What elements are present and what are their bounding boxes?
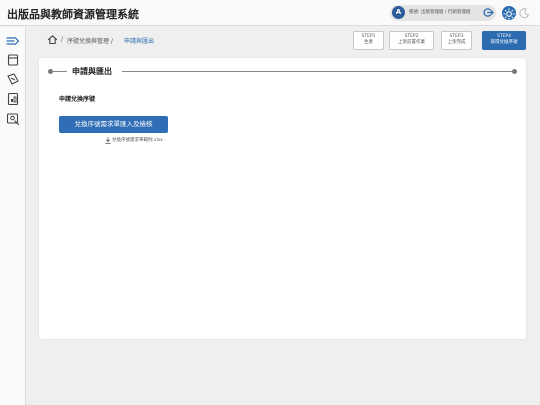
field-label-apply-serial: 申請兌換序號 bbox=[59, 96, 96, 103]
step-4[interactable]: STEP4 取得兌換序號 bbox=[482, 31, 526, 50]
user-search-icon[interactable] bbox=[5, 112, 21, 126]
sidebar bbox=[0, 27, 26, 405]
download-icon[interactable] bbox=[105, 137, 111, 144]
breadcrumb-separator: / bbox=[61, 36, 64, 43]
section-title: 申請與匯出 bbox=[72, 67, 112, 76]
breadcrumb-item-apply-export: 申請與匯出 bbox=[124, 38, 155, 45]
step-label: 生產 bbox=[364, 40, 373, 45]
step-label: 上架前置作業 bbox=[398, 40, 425, 45]
step-3[interactable]: STEP3 上架完成 bbox=[441, 31, 472, 50]
avatar: A bbox=[392, 6, 405, 19]
user-menu[interactable]: A 帳號: 出版管理組 / 行銷管理組 bbox=[390, 5, 496, 21]
user-name: 帳號: 出版管理組 / 行銷管理組 bbox=[409, 10, 471, 15]
main-card: 申請與匯出 申請兌換序號 兌換序號需求單匯入及檢核 兌換序號需求單範例.xlsx bbox=[39, 58, 526, 339]
section-line-left bbox=[51, 71, 67, 72]
breadcrumb-item-serial-management[interactable]: 序號兌換與管理 / bbox=[67, 36, 113, 45]
step-1[interactable]: STEP1 生產 bbox=[353, 31, 384, 50]
archive-icon[interactable] bbox=[5, 53, 21, 67]
app-title: 出版品與教師資源管理系統 bbox=[7, 8, 139, 21]
ticket-icon[interactable] bbox=[5, 72, 21, 86]
sun-icon[interactable] bbox=[502, 6, 516, 20]
step-2[interactable]: STEP2 上架前置作業 bbox=[389, 31, 434, 50]
step-label: 取得兌換序號 bbox=[490, 40, 518, 45]
section-line-right bbox=[122, 71, 514, 72]
step-label: 上架完成 bbox=[447, 40, 466, 45]
download-template-link[interactable]: 兌換序號需求單範例.xlsx bbox=[112, 137, 163, 143]
moon-icon[interactable] bbox=[518, 7, 530, 19]
expand-menu-icon[interactable] bbox=[5, 34, 21, 48]
theme-toggle[interactable] bbox=[501, 6, 531, 20]
logout-icon[interactable] bbox=[483, 7, 494, 18]
import-and-check-button[interactable]: 兌換序號需求單匯入及檢核 bbox=[59, 116, 168, 133]
home-icon[interactable] bbox=[47, 34, 58, 45]
top-header: 出版品與教師資源管理系統 A 帳號: 出版管理組 / 行銷管理組 bbox=[0, 0, 540, 26]
section-line-dot-right bbox=[512, 69, 517, 74]
document-chart-icon[interactable] bbox=[5, 92, 21, 106]
